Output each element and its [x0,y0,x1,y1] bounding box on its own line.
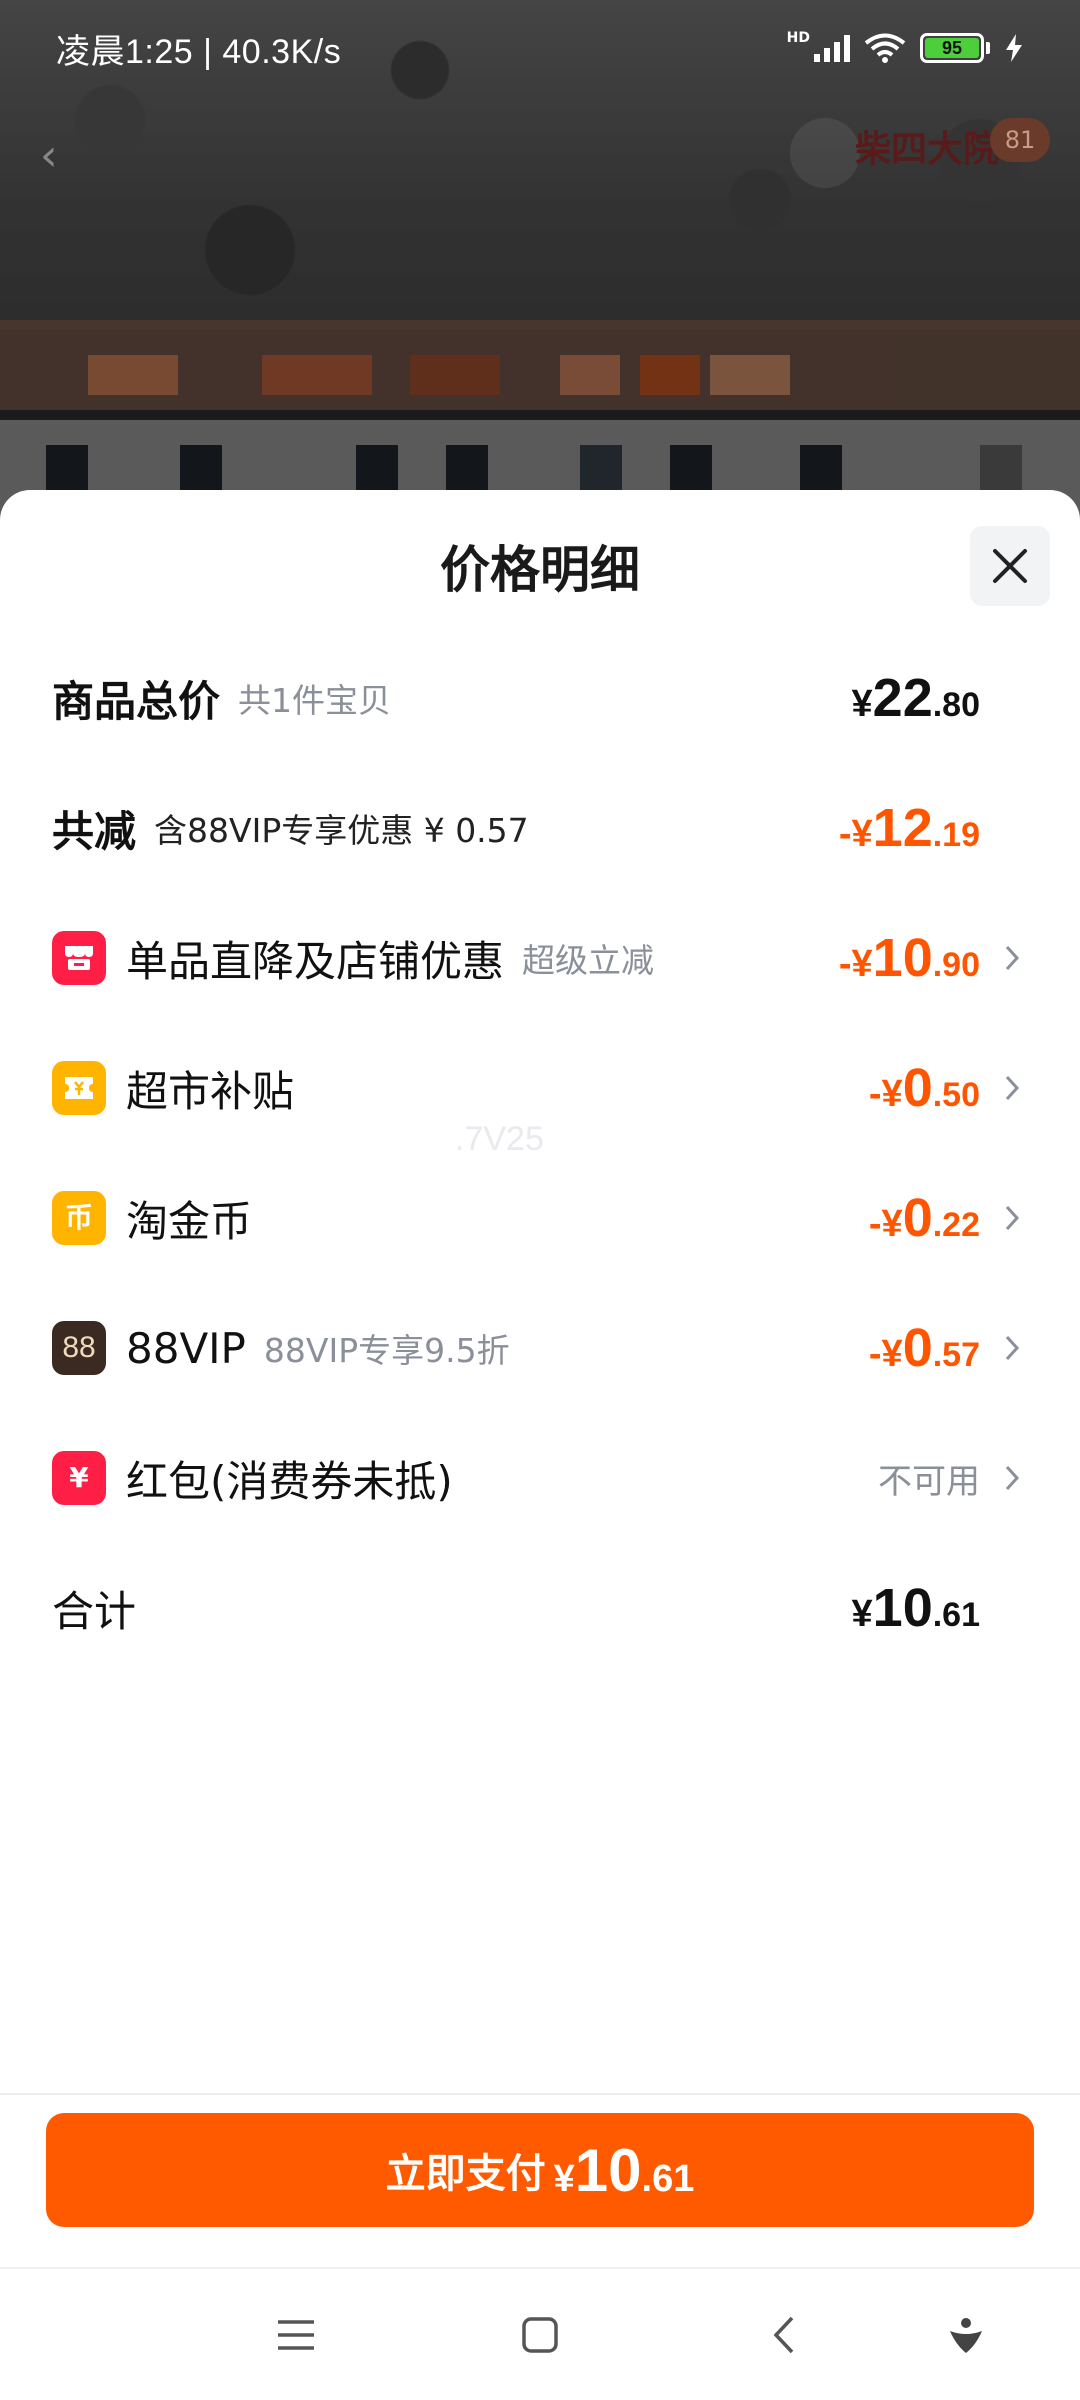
row-amount: ¥10.61 [851,1578,980,1638]
back-icon[interactable] [754,2305,814,2365]
charging-icon [1006,34,1022,62]
coin-icon: 币 [52,1191,106,1245]
price-detail-sheet: 价格明细 .7V25 商品总价 共1件宝贝 ¥22.80 共减 含88VIP专享… [0,490,1080,2400]
chevron-right-icon [980,1464,1020,1492]
row-label: 88VIP [126,1323,246,1373]
row-store-discount[interactable]: 单品直降及店铺优惠 超级立减 -¥ 10.90 [52,918,1020,998]
home-icon[interactable] [510,2305,570,2365]
row-red-packet[interactable]: ¥ 红包(消费券未抵) 不可用 [52,1438,1020,1518]
row-label: 共减 [52,806,137,856]
row-sub: 超级立减 [522,941,655,980]
network-type: HD [786,30,810,46]
row-status: 不可用 [878,1461,980,1502]
vip-icon: 88 [52,1321,106,1375]
wifi-icon [864,33,906,63]
row-item-total: 商品总价 共1件宝贝 ¥22.80 [52,658,1020,738]
row-label: 单品直降及店铺优惠 [126,936,505,986]
store-logo: 柴四大院 [855,129,1000,170]
row-label: 合计 [52,1586,137,1636]
pay-button-label: 立即支付 [385,2151,546,2197]
row-sub: 含88VIP专享优惠 ¥ 0.57 [154,811,529,850]
row-amount: ¥22.80 [851,668,980,728]
battery-icon: 95 [920,33,990,63]
cart-badge: 81 [990,118,1050,162]
assistant-icon[interactable] [936,2305,996,2365]
close-icon [993,549,1027,583]
row-label: 商品总价 [52,676,221,726]
row-total-discount: 共减 含88VIP专享优惠 ¥ 0.57 -¥ 12.19 [52,788,1020,868]
signal-icon [814,34,850,62]
menu-icon[interactable] [266,2305,326,2365]
divider [0,2093,1080,2095]
row-sub: 88VIP专享9.5折 [263,1331,510,1370]
row-label: 超市补贴 [126,1066,295,1116]
row-amount: -¥ 12.19 [838,798,980,858]
system-nav-bar [0,2267,1080,2400]
pay-button-amount: ¥10.61 [553,2136,695,2204]
row-amount: -¥ 0.50 [868,1058,980,1118]
coupon-icon [52,1061,106,1115]
row-88vip[interactable]: 88 88VIP 88VIP专享9.5折 -¥ 0.57 [52,1308,1020,1388]
chevron-right-icon [980,1204,1020,1232]
battery-level: 95 [925,38,979,58]
row-label: 红包(消费券未抵) [126,1456,453,1506]
row-grand-total: 合计 ¥10.61 [52,1568,1020,1648]
red-packet-icon: ¥ [52,1451,106,1505]
row-supermarket-subsidy[interactable]: 超市补贴 -¥ 0.50 [52,1048,1020,1128]
row-amount: -¥ 10.90 [838,928,980,988]
pay-now-button[interactable]: 立即支付 ¥10.61 [46,2113,1034,2227]
status-time: 凌晨1:25 | 40.3K/s [56,32,342,71]
store-icon [52,931,106,985]
share-icon [790,118,860,188]
row-amount: -¥ 0.22 [868,1188,980,1248]
chevron-right-icon [980,1334,1020,1362]
close-button[interactable] [970,526,1050,606]
row-amount: -¥ 0.57 [868,1318,980,1378]
row-label: 淘金币 [126,1196,253,1246]
row-sub: 共1件宝贝 [238,681,392,720]
status-bar: 凌晨1:25 | 40.3K/s HD 95 [0,0,1080,96]
chevron-right-icon [980,944,1020,972]
sheet-title: 价格明细 [440,541,640,599]
row-taojinbi[interactable]: 币 淘金币 -¥ 0.22 [52,1178,1020,1258]
chevron-right-icon [980,1074,1020,1102]
back-arrow-icon: ‹ [40,130,58,181]
